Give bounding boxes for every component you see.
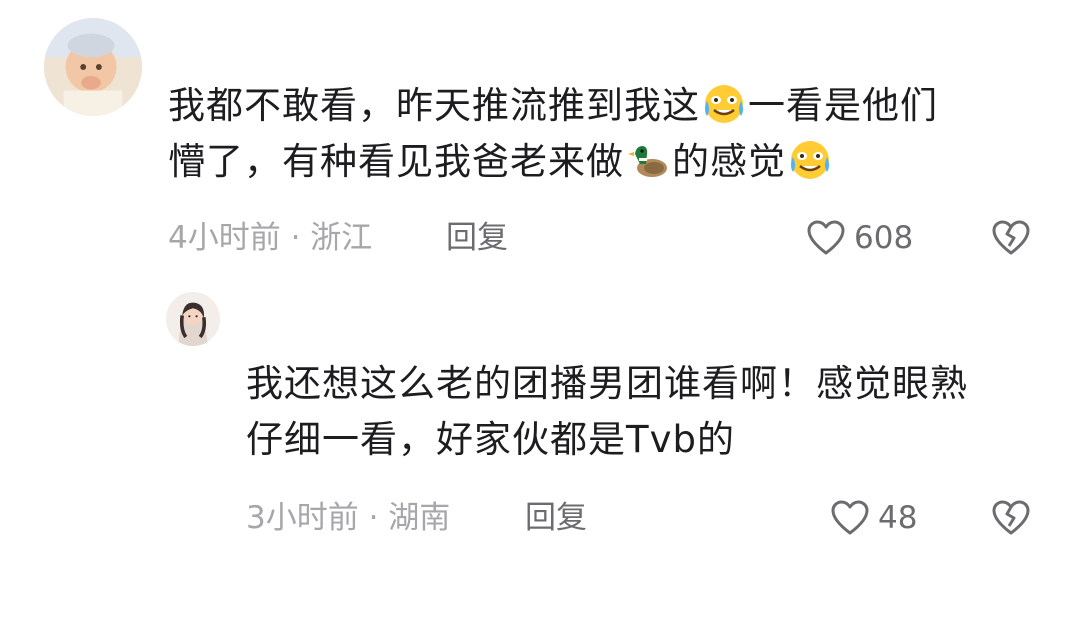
text-segment: 懵了，有种看见我爸老来做 xyxy=(168,140,624,183)
like-count: 48 xyxy=(878,500,918,536)
text-segment: 一看是他们 xyxy=(748,84,938,127)
heart-outline-icon xyxy=(830,499,870,537)
comment-1-meta: 4小时前 · 浙江 xyxy=(168,220,373,256)
crying-laughing-emoji xyxy=(788,138,832,182)
text-segment: 的感觉 xyxy=(672,140,786,183)
reply-button[interactable]: 回复 xyxy=(525,498,587,538)
like-button[interactable]: 48 xyxy=(830,498,917,538)
like-button[interactable]: 608 xyxy=(806,218,913,258)
text-segment: 我都不敢看，昨天推流推到我这 xyxy=(168,84,700,127)
comment-1-line-2: 懵了，有种看见我爸老来做 的感觉 xyxy=(168,134,1048,190)
comment-2-text: 我还想这么老的团播男团谁看啊！感觉眼熟 仔细一看，好家伙都是Tvb的 xyxy=(246,356,1066,468)
broken-heart-outline-icon[interactable] xyxy=(990,499,1032,537)
reply-button[interactable]: 回复 xyxy=(446,218,508,258)
comment-1-text: 我都不敢看，昨天推流推到我这 一看是他们 懵了，有种看见我爸老来做 的感觉 xyxy=(168,78,1048,190)
like-count: 608 xyxy=(854,220,914,256)
comment-2-line-1: 我还想这么老的团播男团谁看啊！感觉眼熟 xyxy=(246,362,968,405)
broken-heart-outline-icon[interactable] xyxy=(990,219,1032,257)
duck-emoji xyxy=(626,138,670,182)
girl-avatar[interactable] xyxy=(166,292,220,346)
heart-outline-icon xyxy=(806,219,846,257)
comment-1-line-1: 我都不敢看，昨天推流推到我这 一看是他们 xyxy=(168,78,1048,134)
baby-avatar[interactable] xyxy=(44,18,142,116)
comment-2-line-2: 仔细一看，好家伙都是Tvb的 xyxy=(246,418,735,461)
crying-laughing-emoji xyxy=(702,82,746,126)
comment-2-meta: 3小时前 · 湖南 xyxy=(246,500,451,536)
